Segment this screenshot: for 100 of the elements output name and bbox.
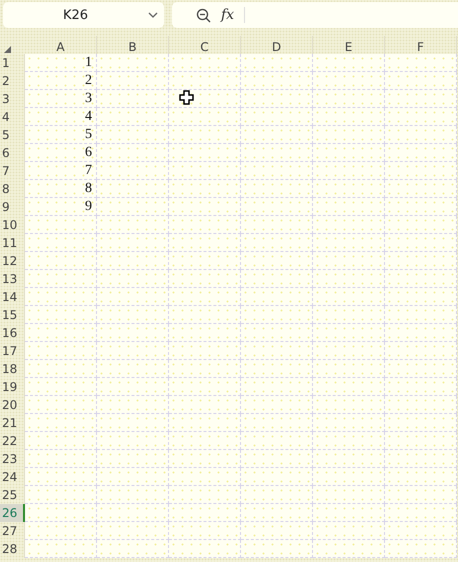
table-cell[interactable] bbox=[313, 306, 385, 324]
table-cell[interactable] bbox=[241, 414, 313, 432]
table-cell[interactable] bbox=[241, 360, 313, 378]
table-cell[interactable] bbox=[25, 306, 97, 324]
table-cell[interactable] bbox=[385, 432, 457, 450]
table-cell[interactable] bbox=[97, 252, 169, 270]
table-cell[interactable] bbox=[385, 360, 457, 378]
table-cell[interactable] bbox=[97, 450, 169, 468]
table-cell[interactable] bbox=[313, 396, 385, 414]
table-cell[interactable] bbox=[385, 414, 457, 432]
table-cell[interactable] bbox=[169, 504, 241, 522]
table-cell[interactable] bbox=[97, 414, 169, 432]
table-cell[interactable] bbox=[97, 216, 169, 234]
table-cell[interactable] bbox=[169, 288, 241, 306]
table-cell[interactable] bbox=[169, 432, 241, 450]
table-cell[interactable] bbox=[169, 378, 241, 396]
table-cell[interactable] bbox=[385, 108, 457, 126]
table-cell[interactable] bbox=[169, 486, 241, 504]
table-cell[interactable] bbox=[313, 216, 385, 234]
table-cell[interactable] bbox=[169, 90, 241, 108]
table-cell[interactable] bbox=[385, 522, 457, 540]
table-cell[interactable] bbox=[169, 198, 241, 216]
table-cell[interactable] bbox=[241, 216, 313, 234]
table-cell[interactable] bbox=[241, 270, 313, 288]
table-cell[interactable] bbox=[169, 162, 241, 180]
table-cell[interactable] bbox=[385, 306, 457, 324]
table-cell[interactable] bbox=[313, 504, 385, 522]
table-cell[interactable] bbox=[313, 54, 385, 72]
table-cell[interactable] bbox=[313, 540, 385, 558]
table-cell[interactable] bbox=[241, 504, 313, 522]
table-cell[interactable] bbox=[25, 414, 97, 432]
table-cell[interactable] bbox=[169, 54, 241, 72]
table-cell[interactable] bbox=[313, 486, 385, 504]
table-cell[interactable] bbox=[169, 180, 241, 198]
table-cell[interactable] bbox=[169, 108, 241, 126]
table-cell[interactable] bbox=[313, 72, 385, 90]
table-cell[interactable] bbox=[241, 288, 313, 306]
table-cell[interactable] bbox=[313, 432, 385, 450]
table-cell[interactable] bbox=[169, 234, 241, 252]
table-cell[interactable] bbox=[169, 540, 241, 558]
table-cell[interactable] bbox=[241, 252, 313, 270]
table-cell[interactable] bbox=[169, 216, 241, 234]
table-cell[interactable] bbox=[241, 540, 313, 558]
table-cell[interactable] bbox=[97, 504, 169, 522]
table-cell[interactable] bbox=[97, 432, 169, 450]
table-cell[interactable] bbox=[97, 522, 169, 540]
table-cell[interactable] bbox=[385, 198, 457, 216]
chevron-down-icon[interactable] bbox=[148, 12, 158, 18]
table-cell[interactable] bbox=[25, 342, 97, 360]
table-cell[interactable] bbox=[25, 450, 97, 468]
select-all-icon[interactable] bbox=[4, 46, 11, 53]
table-cell[interactable] bbox=[385, 288, 457, 306]
table-cell[interactable] bbox=[241, 144, 313, 162]
table-cell[interactable] bbox=[25, 360, 97, 378]
table-cell[interactable]: 2 bbox=[25, 72, 97, 90]
table-cell[interactable]: 5 bbox=[25, 126, 97, 144]
table-cell[interactable] bbox=[25, 522, 97, 540]
table-cell[interactable] bbox=[313, 234, 385, 252]
table-cell[interactable] bbox=[25, 432, 97, 450]
table-cell[interactable] bbox=[385, 54, 457, 72]
table-cell[interactable] bbox=[241, 324, 313, 342]
table-cell[interactable] bbox=[97, 144, 169, 162]
formula-bar[interactable]: fx bbox=[172, 2, 458, 28]
table-cell[interactable] bbox=[25, 234, 97, 252]
function-label[interactable]: fx bbox=[221, 7, 246, 23]
table-cell[interactable] bbox=[97, 162, 169, 180]
table-cell[interactable] bbox=[313, 144, 385, 162]
table-cell[interactable] bbox=[313, 162, 385, 180]
table-cell[interactable] bbox=[25, 486, 97, 504]
table-cell[interactable] bbox=[97, 270, 169, 288]
table-cell[interactable]: 9 bbox=[25, 198, 97, 216]
table-cell[interactable] bbox=[97, 72, 169, 90]
table-cell[interactable]: 1 bbox=[25, 54, 97, 72]
table-cell[interactable] bbox=[313, 360, 385, 378]
table-cell[interactable] bbox=[97, 378, 169, 396]
table-cell[interactable] bbox=[241, 162, 313, 180]
table-cell[interactable] bbox=[241, 396, 313, 414]
table-cell[interactable] bbox=[241, 522, 313, 540]
table-cell[interactable] bbox=[313, 108, 385, 126]
table-cell[interactable] bbox=[169, 270, 241, 288]
table-cell[interactable] bbox=[385, 396, 457, 414]
table-cell[interactable] bbox=[97, 396, 169, 414]
table-cell[interactable] bbox=[313, 180, 385, 198]
table-cell[interactable] bbox=[25, 468, 97, 486]
row-header[interactable]: 26 bbox=[0, 504, 25, 522]
table-cell[interactable] bbox=[385, 486, 457, 504]
table-cell[interactable] bbox=[169, 450, 241, 468]
table-cell[interactable] bbox=[97, 180, 169, 198]
table-cell[interactable] bbox=[25, 378, 97, 396]
table-cell[interactable] bbox=[313, 468, 385, 486]
table-cell[interactable] bbox=[385, 342, 457, 360]
table-cell[interactable] bbox=[385, 324, 457, 342]
table-cell[interactable] bbox=[313, 270, 385, 288]
table-cell[interactable] bbox=[97, 234, 169, 252]
table-cell[interactable] bbox=[169, 72, 241, 90]
table-cell[interactable] bbox=[385, 234, 457, 252]
table-cell[interactable] bbox=[25, 540, 97, 558]
table-cell[interactable] bbox=[97, 540, 169, 558]
table-cell[interactable] bbox=[313, 378, 385, 396]
table-cell[interactable] bbox=[97, 288, 169, 306]
